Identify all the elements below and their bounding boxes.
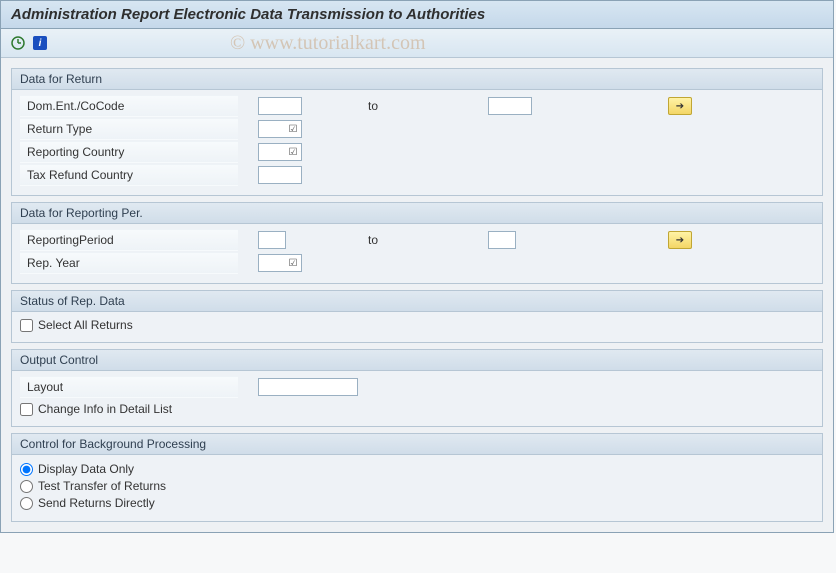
input-layout[interactable]	[258, 378, 358, 396]
group-title-return: Data for Return	[12, 69, 822, 90]
label-rcountry: Reporting Country	[20, 141, 238, 163]
input-cocode-to[interactable]	[488, 97, 532, 115]
arrow-right-icon: ➔	[676, 101, 684, 112]
radio-send-returns-label: Send Returns Directly	[38, 496, 155, 510]
multiselect-cocode-button[interactable]: ➔	[668, 97, 692, 115]
input-rep-year[interactable]	[258, 254, 302, 272]
input-reporting-period-from[interactable]	[258, 231, 286, 249]
radio-send-returns[interactable]: Send Returns Directly	[20, 496, 814, 510]
label-layout: Layout	[20, 376, 238, 398]
row-ryear: Rep. Year ☑	[20, 252, 814, 274]
label-rtype: Return Type	[20, 118, 238, 140]
radio-test-transfer-input[interactable]	[20, 480, 33, 493]
row-trefund: Tax Refund Country	[20, 164, 814, 186]
arrow-right-icon: ➔	[676, 235, 684, 246]
info-icon[interactable]: i	[33, 36, 47, 50]
page-title: Administration Report Electronic Data Tr…	[1, 1, 833, 29]
group-status: Status of Rep. Data Select All Returns	[11, 290, 823, 343]
input-reporting-country[interactable]	[258, 143, 302, 161]
execute-icon[interactable]	[9, 34, 27, 52]
group-reporting-period: Data for Reporting Per. ReportingPeriod …	[11, 202, 823, 284]
group-title-status: Status of Rep. Data	[12, 291, 822, 312]
checkbox-select-all-returns[interactable]: Select All Returns	[20, 318, 814, 332]
label-ryear: Rep. Year	[20, 252, 238, 274]
checkbox-change-info-detail-label: Change Info in Detail List	[38, 402, 172, 416]
label-rperiod: ReportingPeriod	[20, 229, 238, 251]
input-return-type[interactable]	[258, 120, 302, 138]
group-title-bg: Control for Background Processing	[12, 434, 822, 455]
group-data-return: Data for Return Dom.Ent./CoCode to ➔	[11, 68, 823, 196]
radio-send-returns-input[interactable]	[20, 497, 33, 510]
radio-display-data-only-input[interactable]	[20, 463, 33, 476]
input-tax-refund-country[interactable]	[258, 166, 302, 184]
toolbar: i	[1, 29, 833, 58]
input-cocode-from[interactable]	[258, 97, 302, 115]
group-title-output: Output Control	[12, 350, 822, 371]
radio-display-data-only[interactable]: Display Data Only	[20, 462, 814, 476]
input-reporting-period-to[interactable]	[488, 231, 516, 249]
checkbox-change-info-detail-input[interactable]	[20, 403, 33, 416]
row-rtype: Return Type ☑	[20, 118, 814, 140]
group-output-control: Output Control Layout Change Info in Det…	[11, 349, 823, 427]
checkbox-change-info-detail[interactable]: Change Info in Detail List	[20, 402, 814, 416]
label-to-cocode: to	[348, 99, 488, 113]
label-to-period: to	[348, 233, 488, 247]
group-title-period: Data for Reporting Per.	[12, 203, 822, 224]
checkbox-select-all-returns-label: Select All Returns	[38, 318, 133, 332]
radio-display-data-only-label: Display Data Only	[38, 462, 134, 476]
group-background-processing: Control for Background Processing Displa…	[11, 433, 823, 522]
checkbox-select-all-returns-input[interactable]	[20, 319, 33, 332]
radio-test-transfer[interactable]: Test Transfer of Returns	[20, 479, 814, 493]
row-layout: Layout	[20, 376, 814, 398]
label-trefund: Tax Refund Country	[20, 164, 238, 186]
row-rcountry: Reporting Country ☑	[20, 141, 814, 163]
radio-test-transfer-label: Test Transfer of Returns	[38, 479, 166, 493]
row-cocode: Dom.Ent./CoCode to ➔	[20, 95, 814, 117]
window-frame: Administration Report Electronic Data Tr…	[0, 0, 834, 533]
row-rperiod: ReportingPeriod to ➔	[20, 229, 814, 251]
multiselect-period-button[interactable]: ➔	[668, 231, 692, 249]
content-area: Data for Return Dom.Ent./CoCode to ➔	[1, 58, 833, 532]
label-cocode: Dom.Ent./CoCode	[20, 95, 238, 117]
